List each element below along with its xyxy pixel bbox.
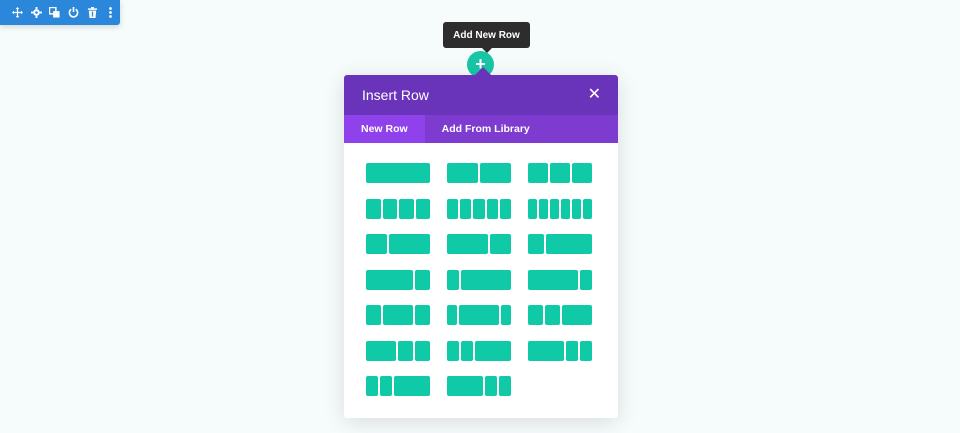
layout-column-block <box>501 305 511 325</box>
modal-pointer <box>475 67 491 75</box>
layout-column-block <box>447 340 459 361</box>
row-layout-option[interactable] <box>447 198 512 219</box>
layout-column-block <box>398 340 413 361</box>
power-icon[interactable] <box>64 0 83 25</box>
layout-column-block <box>473 198 485 219</box>
layout-column-block <box>461 340 473 361</box>
layout-column-block <box>475 340 511 361</box>
layout-column-block <box>447 305 457 325</box>
add-row-tooltip: Add New Row <box>443 22 530 53</box>
layout-column-block <box>415 198 430 219</box>
modal-header: Insert Row ✕ <box>344 75 618 115</box>
row-layout-option[interactable] <box>366 198 430 219</box>
layout-column-block <box>415 305 430 325</box>
layout-column-block <box>528 198 537 219</box>
layout-column-block <box>545 305 560 325</box>
layout-column-block <box>447 198 459 219</box>
layout-column-block <box>550 163 570 183</box>
layout-column-block <box>366 198 381 219</box>
layout-column-block <box>366 305 381 325</box>
tab-add-from-library[interactable]: Add From Library <box>425 115 547 143</box>
layout-column-block <box>380 376 392 396</box>
row-layout-option[interactable] <box>366 234 430 254</box>
layout-column-block <box>528 340 564 361</box>
layout-column-block <box>561 198 570 219</box>
layout-column-block <box>382 198 397 219</box>
layout-column-block <box>447 163 478 183</box>
row-layout-option[interactable] <box>447 163 511 183</box>
layout-column-block <box>480 163 511 183</box>
layout-column-block <box>366 269 413 290</box>
trash-icon[interactable] <box>83 0 102 25</box>
modal-tabs: New Row Add From Library <box>344 115 618 143</box>
layout-column-block <box>539 198 548 219</box>
layout-column-block <box>490 234 511 254</box>
row-layout-option[interactable] <box>366 269 430 290</box>
row-layout-option[interactable] <box>447 376 511 396</box>
layout-column-block <box>383 305 413 325</box>
modal-title: Insert Row <box>362 87 429 103</box>
row-layout-option[interactable] <box>528 305 592 325</box>
layout-column-block <box>447 376 483 396</box>
more-icon[interactable] <box>101 0 120 25</box>
row-layout-option[interactable] <box>447 340 511 361</box>
insert-row-modal: Insert Row ✕ New Row Add From Library <box>344 67 618 418</box>
layout-column-block <box>562 305 592 325</box>
row-layout-option[interactable] <box>366 340 430 361</box>
layout-column-block <box>486 198 498 219</box>
layout-column-block <box>366 234 387 254</box>
layout-column-block <box>461 269 511 290</box>
layout-column-block <box>415 340 430 361</box>
row-layout-option[interactable] <box>366 163 430 183</box>
section-toolbar <box>0 0 120 25</box>
row-layout-option[interactable] <box>447 234 511 254</box>
layout-column-block <box>366 340 396 361</box>
move-icon[interactable] <box>8 0 27 25</box>
layout-column-block <box>528 305 543 325</box>
row-layout-option[interactable] <box>528 163 592 183</box>
layout-column-block <box>447 234 489 254</box>
layout-column-block <box>366 376 378 396</box>
layout-column-block <box>366 163 430 183</box>
layout-column-block <box>580 340 592 361</box>
layout-column-block <box>459 305 499 325</box>
row-layout-option[interactable] <box>528 269 592 290</box>
layout-column-block <box>499 198 512 219</box>
row-layout-option[interactable] <box>528 340 592 361</box>
layout-column-block <box>388 234 430 254</box>
row-layout-option[interactable] <box>528 234 592 254</box>
layout-column-block <box>485 376 497 396</box>
layout-column-block <box>460 198 472 219</box>
layout-column-block <box>579 269 592 290</box>
layout-column-block <box>447 269 460 290</box>
layout-column-block <box>399 198 414 219</box>
row-layout-option[interactable] <box>366 305 430 325</box>
tab-new-row[interactable]: New Row <box>344 115 425 143</box>
row-layout-option[interactable] <box>528 198 592 219</box>
layout-column-block <box>572 198 581 219</box>
layout-column-block <box>572 163 592 183</box>
layout-column-block <box>583 198 592 219</box>
close-icon[interactable]: ✕ <box>588 87 601 103</box>
layout-column-block <box>528 234 544 254</box>
gear-icon[interactable] <box>27 0 46 25</box>
layout-column-block <box>499 376 511 396</box>
layout-column-block <box>414 269 430 290</box>
layout-column-block <box>566 340 578 361</box>
duplicate-icon[interactable] <box>45 0 64 25</box>
layout-column-block <box>550 198 559 219</box>
layout-column-block <box>528 163 548 183</box>
layout-column-block <box>394 376 430 396</box>
layout-column-block <box>545 234 592 254</box>
layout-column-block <box>528 269 578 290</box>
row-layout-option[interactable] <box>447 305 511 325</box>
row-layout-option[interactable] <box>447 269 511 290</box>
row-layout-option[interactable] <box>366 376 430 396</box>
